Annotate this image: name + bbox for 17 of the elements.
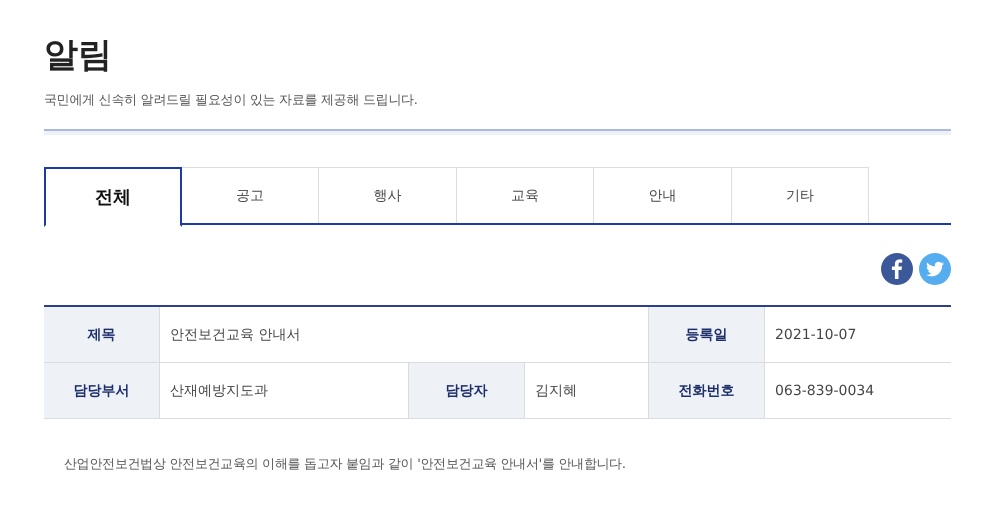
field-value: 063-839-0034 [765, 363, 951, 419]
field-value: 2021-10-07 [765, 307, 951, 363]
tab[interactable]: 교육 [456, 167, 594, 223]
tab[interactable]: 안내 [594, 167, 732, 223]
field-label: 등록일 [649, 307, 765, 363]
page-title: 알림 [44, 34, 113, 77]
tab[interactable]: 전체 [44, 167, 182, 227]
post-body: 산업안전보건법상 안전보건교육의 이해를 돕고자 붙임과 같이 '안전보건교육 안내서'를 안내합니다. [64, 456, 627, 473]
field-label: 담당부서 [44, 363, 160, 419]
tab[interactable]: 기타 [732, 167, 869, 223]
tab[interactable]: 행사 [319, 167, 456, 223]
field-label: 담당자 [409, 363, 525, 419]
page-description: 국민에게 신속히 알려드릴 필요성이 있는 자료를 제공해 드립니다. [44, 92, 419, 109]
field-label: 제목 [44, 307, 160, 363]
tab[interactable]: 공고 [182, 167, 319, 223]
field-label: 전화번호 [649, 363, 765, 419]
facebook-icon[interactable] [881, 251, 913, 287]
